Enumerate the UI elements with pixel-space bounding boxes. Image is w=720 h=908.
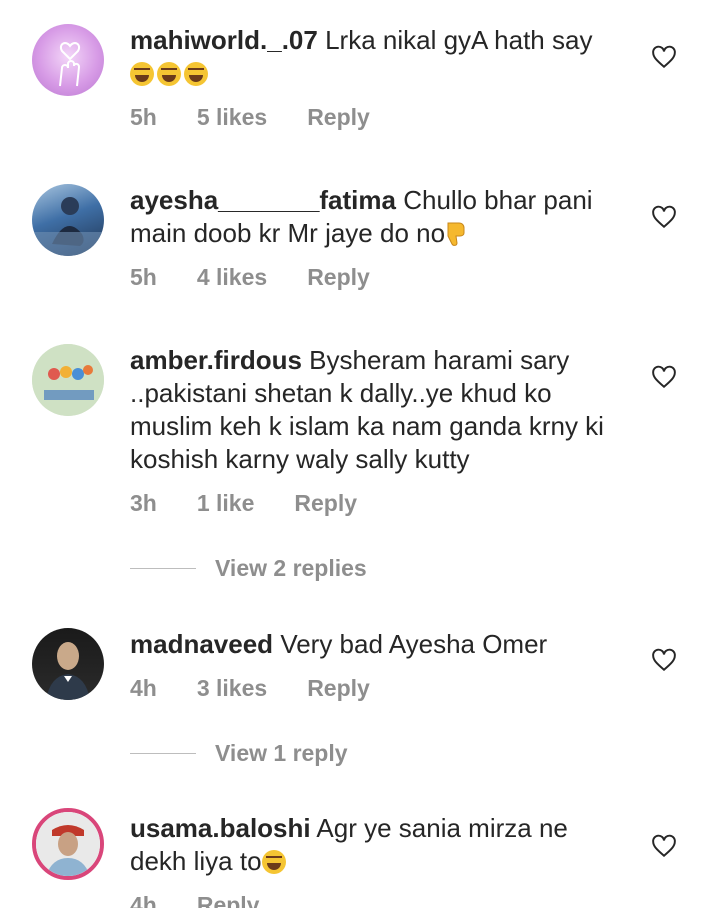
view-replies-button[interactable]: View 1 reply bbox=[130, 740, 348, 767]
heart-outline-icon[interactable] bbox=[651, 45, 677, 69]
view-replies-button[interactable]: View 2 replies bbox=[130, 555, 367, 582]
comment-username[interactable]: amber.firdous bbox=[130, 345, 302, 375]
avatar[interactable] bbox=[32, 24, 104, 96]
heart-outline-icon[interactable] bbox=[651, 365, 677, 389]
comment-text: Lrka nikal gyA hath say bbox=[325, 25, 593, 55]
avatar-image bbox=[32, 344, 104, 416]
avatar-image bbox=[46, 642, 90, 700]
reply-button[interactable]: Reply bbox=[294, 490, 357, 517]
comment-username[interactable]: mahiworld._.07 bbox=[130, 25, 318, 55]
reply-button[interactable]: Reply bbox=[307, 104, 370, 131]
thumbs-down-emoji-icon bbox=[447, 222, 465, 246]
comment-time: 5h bbox=[130, 264, 157, 290]
laughing-emoji-icon bbox=[130, 58, 211, 88]
avatar[interactable] bbox=[32, 184, 104, 256]
comment-likes[interactable]: 5 likes bbox=[197, 104, 267, 131]
reply-button[interactable]: Reply bbox=[307, 675, 370, 702]
view-replies-label[interactable]: View 2 replies bbox=[215, 555, 367, 582]
finger-heart-icon bbox=[59, 42, 81, 87]
comment-username[interactable]: ayesha_______fatima bbox=[130, 185, 396, 215]
laughing-emoji-icon bbox=[261, 850, 286, 874]
comment-likes[interactable]: 4 likes bbox=[197, 264, 267, 291]
comment-time: 4h bbox=[130, 675, 157, 701]
reply-button[interactable]: Reply bbox=[197, 892, 260, 908]
comment-time: 5h bbox=[130, 104, 157, 130]
avatar[interactable] bbox=[32, 628, 104, 700]
comment-username[interactable]: madnaveed bbox=[130, 629, 273, 659]
heart-outline-icon[interactable] bbox=[651, 648, 677, 672]
divider bbox=[130, 753, 196, 754]
comment-likes[interactable]: 1 like bbox=[197, 490, 255, 517]
heart-outline-icon[interactable] bbox=[651, 834, 677, 858]
avatar-image bbox=[32, 197, 104, 256]
heart-outline-icon[interactable] bbox=[651, 205, 677, 229]
comment-time: 4h bbox=[130, 892, 157, 908]
comment-text: Very bad Ayesha Omer bbox=[280, 629, 548, 659]
reply-button[interactable]: Reply bbox=[307, 264, 370, 291]
divider bbox=[130, 568, 196, 569]
comment-username[interactable]: usama.baloshi bbox=[130, 813, 311, 843]
avatar[interactable] bbox=[32, 344, 104, 416]
avatar-image bbox=[36, 812, 100, 876]
comment-time: 3h bbox=[130, 490, 157, 516]
comment-likes[interactable]: 3 likes bbox=[197, 675, 267, 702]
avatar[interactable] bbox=[32, 808, 104, 880]
view-replies-label[interactable]: View 1 reply bbox=[215, 740, 348, 767]
